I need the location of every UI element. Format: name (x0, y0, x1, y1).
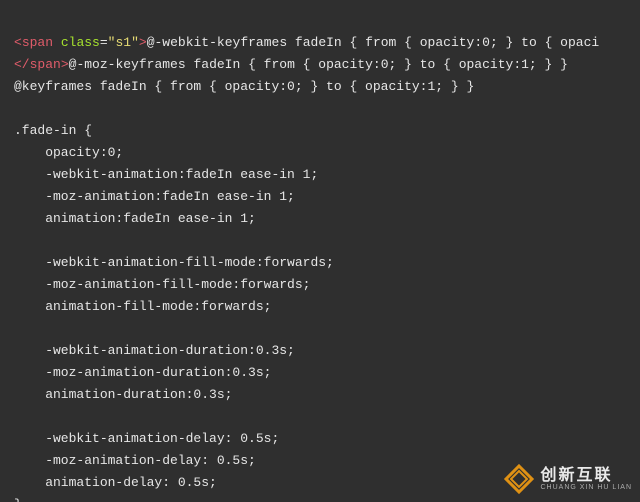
code-line: animation-duration:0.3s; (14, 387, 232, 402)
tag-name-close: span (30, 57, 61, 72)
code-line: animation:fadeIn ease-in 1; (14, 211, 256, 226)
watermark-text: 创新互联 CHUANG XIN HU LIAN (540, 468, 632, 491)
watermark-pinyin: CHUANG XIN HU LIAN (540, 484, 632, 491)
blank-line (14, 101, 22, 116)
watermark: 创新互联 CHUANG XIN HU LIAN (504, 464, 632, 494)
code-line: -moz-animation-fill-mode:forwards; (14, 277, 310, 292)
blank-line (14, 409, 22, 424)
tag-close-bracket: > (61, 57, 69, 72)
watermark-logo-icon (504, 464, 534, 494)
code-line: } (14, 497, 22, 502)
code-text: @-moz-keyframes fadeIn { from { opacity:… (69, 57, 568, 72)
tag-close-bracket: > (139, 35, 147, 50)
code-text: @-webkit-keyframes fadeIn { from { opaci… (147, 35, 599, 50)
code-line: -webkit-animation-duration:0.3s; (14, 343, 295, 358)
code-line: -webkit-animation:fadeIn ease-in 1; (14, 167, 318, 182)
tag-open-bracket: < (14, 35, 22, 50)
tag-name-open: span (22, 35, 53, 50)
watermark-cn: 创新互联 (540, 468, 632, 484)
code-line: -moz-animation:fadeIn ease-in 1; (14, 189, 295, 204)
code-block: <span class="s1">@-webkit-keyframes fade… (0, 0, 640, 502)
equals: = (100, 35, 108, 50)
code-line: </span>@-moz-keyframes fadeIn { from { o… (14, 57, 568, 72)
space (53, 35, 61, 50)
code-line: -moz-animation-delay: 0.5s; (14, 453, 256, 468)
blank-line (14, 321, 22, 336)
code-line: animation-delay: 0.5s; (14, 475, 217, 490)
attr-value: "s1" (108, 35, 139, 50)
code-line: -webkit-animation-fill-mode:forwards; (14, 255, 334, 270)
code-line: -moz-animation-duration:0.3s; (14, 365, 271, 380)
code-line: <span class="s1">@-webkit-keyframes fade… (14, 35, 599, 50)
code-line: @keyframes fadeIn { from { opacity:0; } … (14, 79, 474, 94)
code-line: animation-fill-mode:forwards; (14, 299, 271, 314)
attr-name: class (61, 35, 100, 50)
tag-open-bracket-close: </ (14, 57, 30, 72)
code-line: opacity:0; (14, 145, 123, 160)
code-line: -webkit-animation-delay: 0.5s; (14, 431, 279, 446)
blank-line (14, 233, 22, 248)
code-line: .fade-in { (14, 123, 92, 138)
